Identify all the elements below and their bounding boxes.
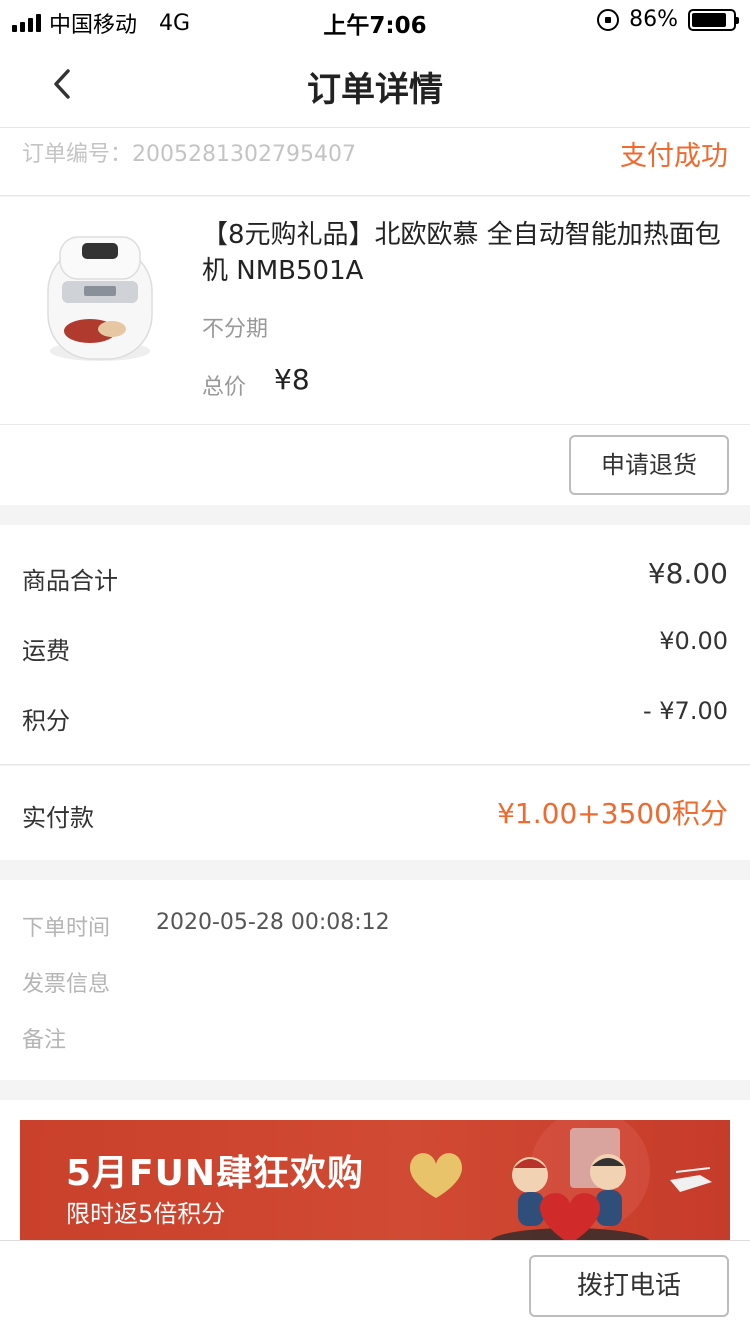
paid-value: ¥1.00+3500积分 xyxy=(497,797,728,830)
order-header: 订单编号：2005281302795407 支付成功 xyxy=(0,128,750,196)
banner-title: 5月FUN肆狂欢购 xyxy=(66,1153,365,1194)
call-button[interactable]: 拨打电话 xyxy=(529,1255,729,1317)
shipping-label: 运费 xyxy=(22,637,70,665)
order-status: 支付成功 xyxy=(620,141,728,172)
product-title: 【8元购礼品】北欧欧慕 全自动智能加热面包机 NMB501A xyxy=(202,220,721,286)
refund-button[interactable]: 申请退货 xyxy=(569,435,729,495)
banner-illustration xyxy=(410,1120,712,1240)
remark-label: 备注 xyxy=(22,1028,67,1053)
subtotal-label: 商品合计 xyxy=(22,567,118,595)
price-summary: 商品合计 ¥8.00 运费 ¥0.00 积分 - ¥7.00 xyxy=(0,525,750,765)
battery-fill xyxy=(692,12,727,27)
rotation-lock-icon xyxy=(597,8,620,31)
subtotal-value: ¥8.00 xyxy=(647,557,728,590)
status-bar: 中国移动 4G 上午7:06 86% xyxy=(0,0,750,40)
product-image xyxy=(47,236,153,361)
promo-banner[interactable]: 5月FUN肆狂欢购 限时返5倍积分 xyxy=(20,1120,730,1240)
nav-bar: 订单详情 xyxy=(0,40,750,128)
paid-label: 实付款 xyxy=(22,804,94,832)
banner-section: 5月FUN肆狂欢购 限时返5倍积分 xyxy=(0,1100,750,1240)
page-title: 订单详情 xyxy=(307,70,443,110)
order-time-label: 下单时间 xyxy=(22,916,111,941)
battery-percent: 86% xyxy=(629,7,678,32)
total-price: ¥8 xyxy=(274,363,310,396)
points-value: - ¥7.00 xyxy=(643,697,728,725)
banner-subtitle: 限时返5倍积分 xyxy=(66,1200,226,1228)
invoice-label: 发票信息 xyxy=(22,972,111,997)
product-card[interactable]: 【8元购礼品】北欧欧慕 全自动智能加热面包机 NMB501A 不分期 总价 ¥8 xyxy=(0,197,750,425)
total-label: 总价 xyxy=(202,375,247,400)
paid-row: 实付款 ¥1.00+3500积分 xyxy=(0,766,750,860)
status-right: 86% xyxy=(597,7,739,32)
shipping-value: ¥0.00 xyxy=(659,627,728,655)
refund-area: 申请退货 xyxy=(0,425,750,505)
order-info: 下单时间 2020-05-28 00:08:12 发票信息 备注 xyxy=(0,880,750,1080)
installment-plan: 不分期 xyxy=(202,317,269,342)
order-time-value: 2020-05-28 00:08:12 xyxy=(156,910,390,935)
bottom-bar: 拨打电话 xyxy=(0,1240,750,1334)
points-label: 积分 xyxy=(22,707,70,735)
order-number: 订单编号：2005281302795407 xyxy=(22,142,356,167)
battery-icon xyxy=(688,8,739,31)
